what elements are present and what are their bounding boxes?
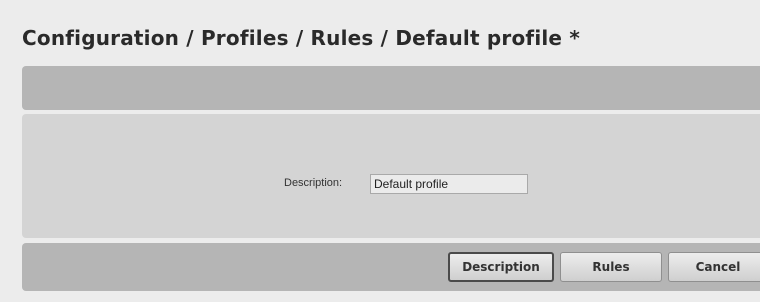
page-title: Configuration / Profiles / Rules / Defau… [22,26,581,50]
form-panel: Description: [22,114,760,238]
top-toolbar [22,66,760,110]
rules-tab-button[interactable]: Rules [560,252,662,282]
description-tab-button[interactable]: Description [448,252,554,282]
description-label: Description: [284,177,343,189]
footer-toolbar: Description Rules Cancel [22,243,760,291]
cancel-button[interactable]: Cancel [668,252,760,282]
profile-editor-page: Configuration / Profiles / Rules / Defau… [8,0,760,302]
description-field[interactable] [370,174,528,194]
